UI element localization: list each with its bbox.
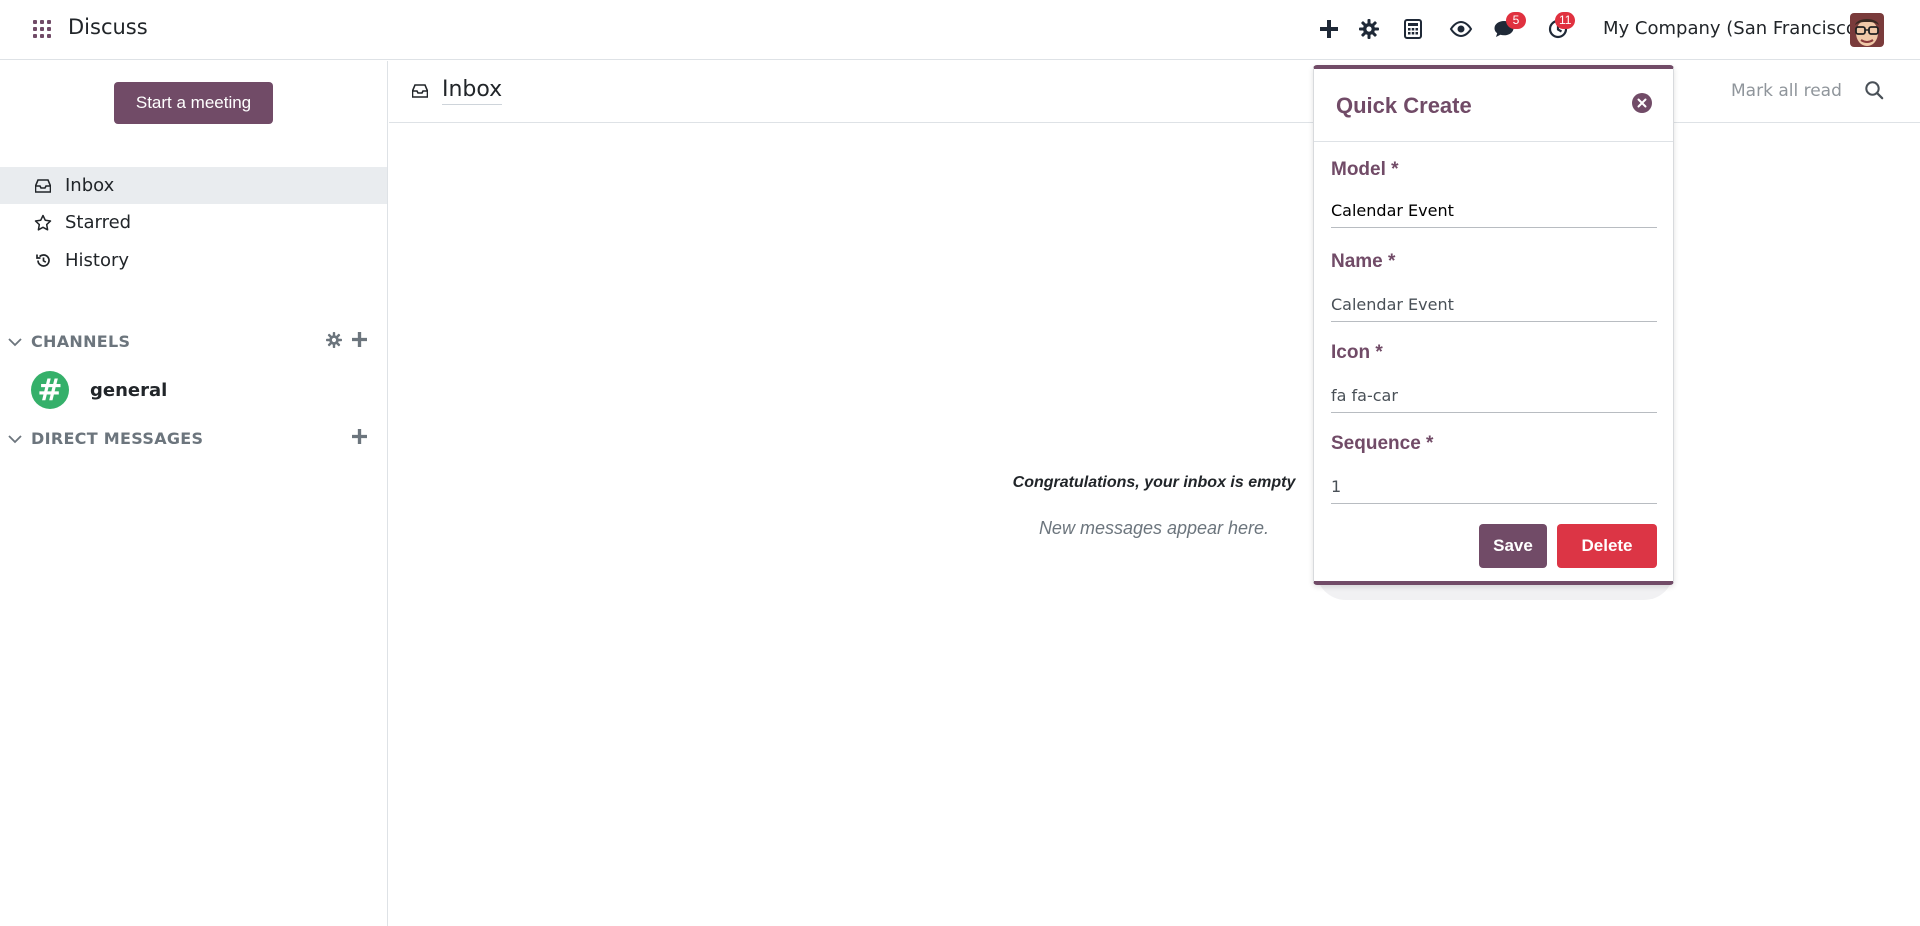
discuss-sidebar: Start a meeting Inbox Starred History CH… xyxy=(0,61,388,926)
inbox-icon xyxy=(411,83,429,102)
delete-button[interactable]: Delete xyxy=(1557,524,1657,568)
sidebar-item-label: Inbox xyxy=(65,175,115,196)
model-field-label: Model * xyxy=(1331,159,1399,180)
search-icon[interactable] xyxy=(1864,80,1884,104)
clock-icon[interactable]: 11 xyxy=(1546,12,1576,44)
plus-icon[interactable] xyxy=(1318,14,1340,44)
history-icon xyxy=(33,251,53,271)
name-field-label: Name * xyxy=(1331,251,1396,272)
channels-header-label: CHANNELS xyxy=(31,331,131,351)
messages-badge: 5 xyxy=(1506,12,1526,29)
mark-all-read-button[interactable]: Mark all read xyxy=(1731,81,1842,101)
sidebar-item-starred[interactable]: Starred xyxy=(0,204,387,241)
model-field[interactable] xyxy=(1331,194,1657,228)
channels-section-header[interactable]: CHANNELS xyxy=(0,327,387,355)
chat-icon[interactable]: 5 xyxy=(1492,12,1526,44)
direct-messages-header-label: DIRECT MESSAGES xyxy=(31,428,204,448)
quick-create-divider xyxy=(1314,141,1673,142)
channel-avatar: # xyxy=(31,371,69,409)
user-avatar[interactable] xyxy=(1850,13,1884,47)
gear-icon[interactable] xyxy=(1358,14,1380,44)
name-field[interactable] xyxy=(1331,288,1657,322)
channel-name: general xyxy=(90,379,168,401)
chevron-down-icon[interactable] xyxy=(8,332,22,351)
empty-inbox-title: Congratulations, your inbox is empty xyxy=(1012,474,1296,491)
sequence-field-label: Sequence * xyxy=(1331,433,1434,454)
apps-grid-icon[interactable] xyxy=(33,20,51,38)
direct-messages-section-header[interactable]: DIRECT MESSAGES xyxy=(0,424,387,452)
eye-icon[interactable] xyxy=(1449,14,1473,44)
close-icon[interactable] xyxy=(1632,93,1652,113)
sidebar-item-inbox[interactable]: Inbox xyxy=(0,167,387,204)
company-switcher[interactable]: My Company (San Francisco) xyxy=(1603,18,1864,39)
icon-field-label: Icon * xyxy=(1331,342,1383,363)
thread-title[interactable]: Inbox xyxy=(442,77,503,105)
sidebar-item-label: History xyxy=(65,250,130,271)
chevron-down-icon[interactable] xyxy=(8,429,22,448)
inbox-icon xyxy=(33,176,53,196)
start-meeting-button[interactable]: Start a meeting xyxy=(114,82,273,124)
star-icon xyxy=(33,213,53,233)
channel-settings-gear-icon[interactable] xyxy=(326,332,342,352)
app-title[interactable]: Discuss xyxy=(68,15,148,39)
channel-item-general[interactable]: # general xyxy=(0,368,387,412)
sidebar-item-label: Starred xyxy=(65,212,132,233)
add-direct-message-plus-icon[interactable] xyxy=(352,429,367,448)
sequence-field[interactable] xyxy=(1331,470,1657,504)
sidebar-item-history[interactable]: History xyxy=(0,242,387,279)
add-channel-plus-icon[interactable] xyxy=(352,332,367,352)
quick-create-popover: Quick Create Model * Name * Icon * Seque… xyxy=(1313,65,1674,585)
quick-create-title: Quick Create xyxy=(1336,93,1472,118)
top-navbar: Discuss 5 11 My Company (San Francisco) xyxy=(0,0,1920,60)
thread-header: Inbox Mark all read xyxy=(389,61,1920,123)
save-button[interactable]: Save xyxy=(1479,524,1547,568)
activities-badge: 11 xyxy=(1555,12,1576,29)
calculator-icon[interactable] xyxy=(1402,14,1424,44)
empty-inbox-subtitle: New messages appear here. xyxy=(1038,518,1270,538)
icon-field[interactable] xyxy=(1331,379,1657,413)
